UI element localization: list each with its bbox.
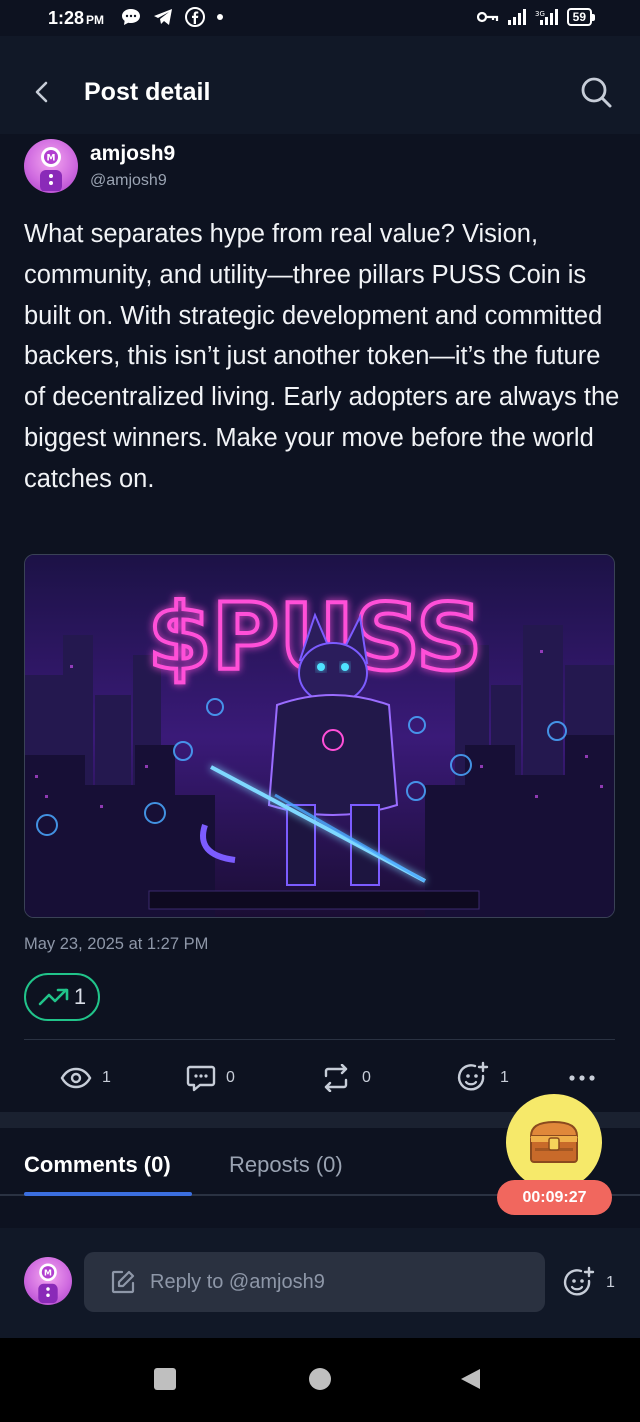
reply-reaction-button[interactable]: 1 (562, 1265, 615, 1301)
active-tab-indicator (24, 1192, 192, 1196)
post-image[interactable]: $PUSS (24, 554, 615, 918)
views-stat[interactable]: 1 (60, 1060, 111, 1096)
status-bar: 1:28 PM 3G 59 (0, 0, 640, 36)
vpn-key-icon (476, 11, 498, 23)
home-button[interactable] (309, 1368, 331, 1390)
facebook-icon (185, 7, 205, 27)
add-reaction-icon (563, 1266, 595, 1296)
search-button[interactable] (574, 70, 618, 114)
back-button[interactable] (22, 72, 62, 112)
post-date: May 23, 2025 at 1:27 PM (24, 935, 209, 953)
tab-comments[interactable]: Comments (0) (24, 1152, 171, 1178)
telegram-icon (154, 9, 172, 25)
page-title: Post detail (84, 78, 211, 106)
repost-icon (324, 1064, 348, 1092)
more-horizontal-icon (569, 1075, 595, 1081)
author-name[interactable]: amjosh9 (90, 142, 175, 166)
author-handle: @amjosh9 (90, 172, 167, 189)
reward-timer: 00:09:27 (497, 1180, 612, 1215)
system-back-button[interactable] (458, 1367, 482, 1391)
status-time: 1:28 PM (48, 8, 104, 29)
avatar-robot-icon: M (38, 1263, 58, 1303)
reactions-count: 1 (500, 1069, 509, 1086)
reply-reaction-count: 1 (606, 1274, 615, 1291)
chevron-left-icon (35, 81, 48, 103)
system-nav-bar (0, 1338, 640, 1422)
signal-3g-icon: 3G (535, 9, 558, 25)
reactions-stat[interactable]: 1 (456, 1060, 509, 1096)
views-count: 1 (102, 1069, 111, 1086)
status-time-value: 1:28 (48, 8, 85, 28)
trending-up-icon (38, 988, 69, 1006)
reward-chest-button[interactable] (506, 1094, 602, 1190)
eye-icon (60, 1067, 92, 1089)
treasure-chest-icon (529, 1120, 579, 1163)
tab-reposts[interactable]: Reposts (0) (229, 1152, 343, 1178)
chat-bubble-icon (122, 9, 140, 25)
trend-badge[interactable]: 1 (24, 973, 100, 1021)
dot-icon (217, 14, 223, 20)
app-bar: Post detail (0, 36, 640, 134)
reply-input[interactable]: Reply to @amjosh9 (84, 1252, 545, 1312)
reposts-count: 0 (362, 1069, 371, 1086)
status-ampm: PM (86, 13, 105, 27)
divider (24, 1039, 615, 1040)
comments-count: 0 (226, 1069, 235, 1086)
search-icon (581, 77, 612, 108)
puss-coin-artwork: $PUSS (25, 555, 614, 917)
add-reaction-icon (457, 1061, 489, 1091)
reposts-stat[interactable]: 0 (320, 1060, 371, 1096)
status-notification-icons (120, 6, 224, 28)
comments-stat[interactable]: 0 (186, 1060, 235, 1096)
edit-icon (111, 1270, 135, 1294)
comment-icon (186, 1065, 216, 1092)
recent-apps-button[interactable] (154, 1368, 176, 1390)
post-body: What separates hype from real value? Vis… (24, 220, 620, 493)
signal-icon (507, 9, 526, 25)
svg-text:3G: 3G (535, 10, 545, 18)
trend-count: 1 (73, 984, 87, 1009)
status-system-icons: 3G 59 (476, 8, 596, 26)
reply-placeholder: Reply to @amjosh9 (150, 1270, 325, 1293)
svg-text:M: M (47, 154, 56, 164)
battery-indicator: 59 (566, 8, 596, 26)
current-user-avatar: M (24, 1257, 72, 1305)
svg-text:M: M (44, 1268, 52, 1277)
avatar-robot-icon: M (40, 147, 62, 191)
more-options-button[interactable] (568, 1060, 596, 1096)
author-avatar[interactable]: M (24, 139, 78, 193)
